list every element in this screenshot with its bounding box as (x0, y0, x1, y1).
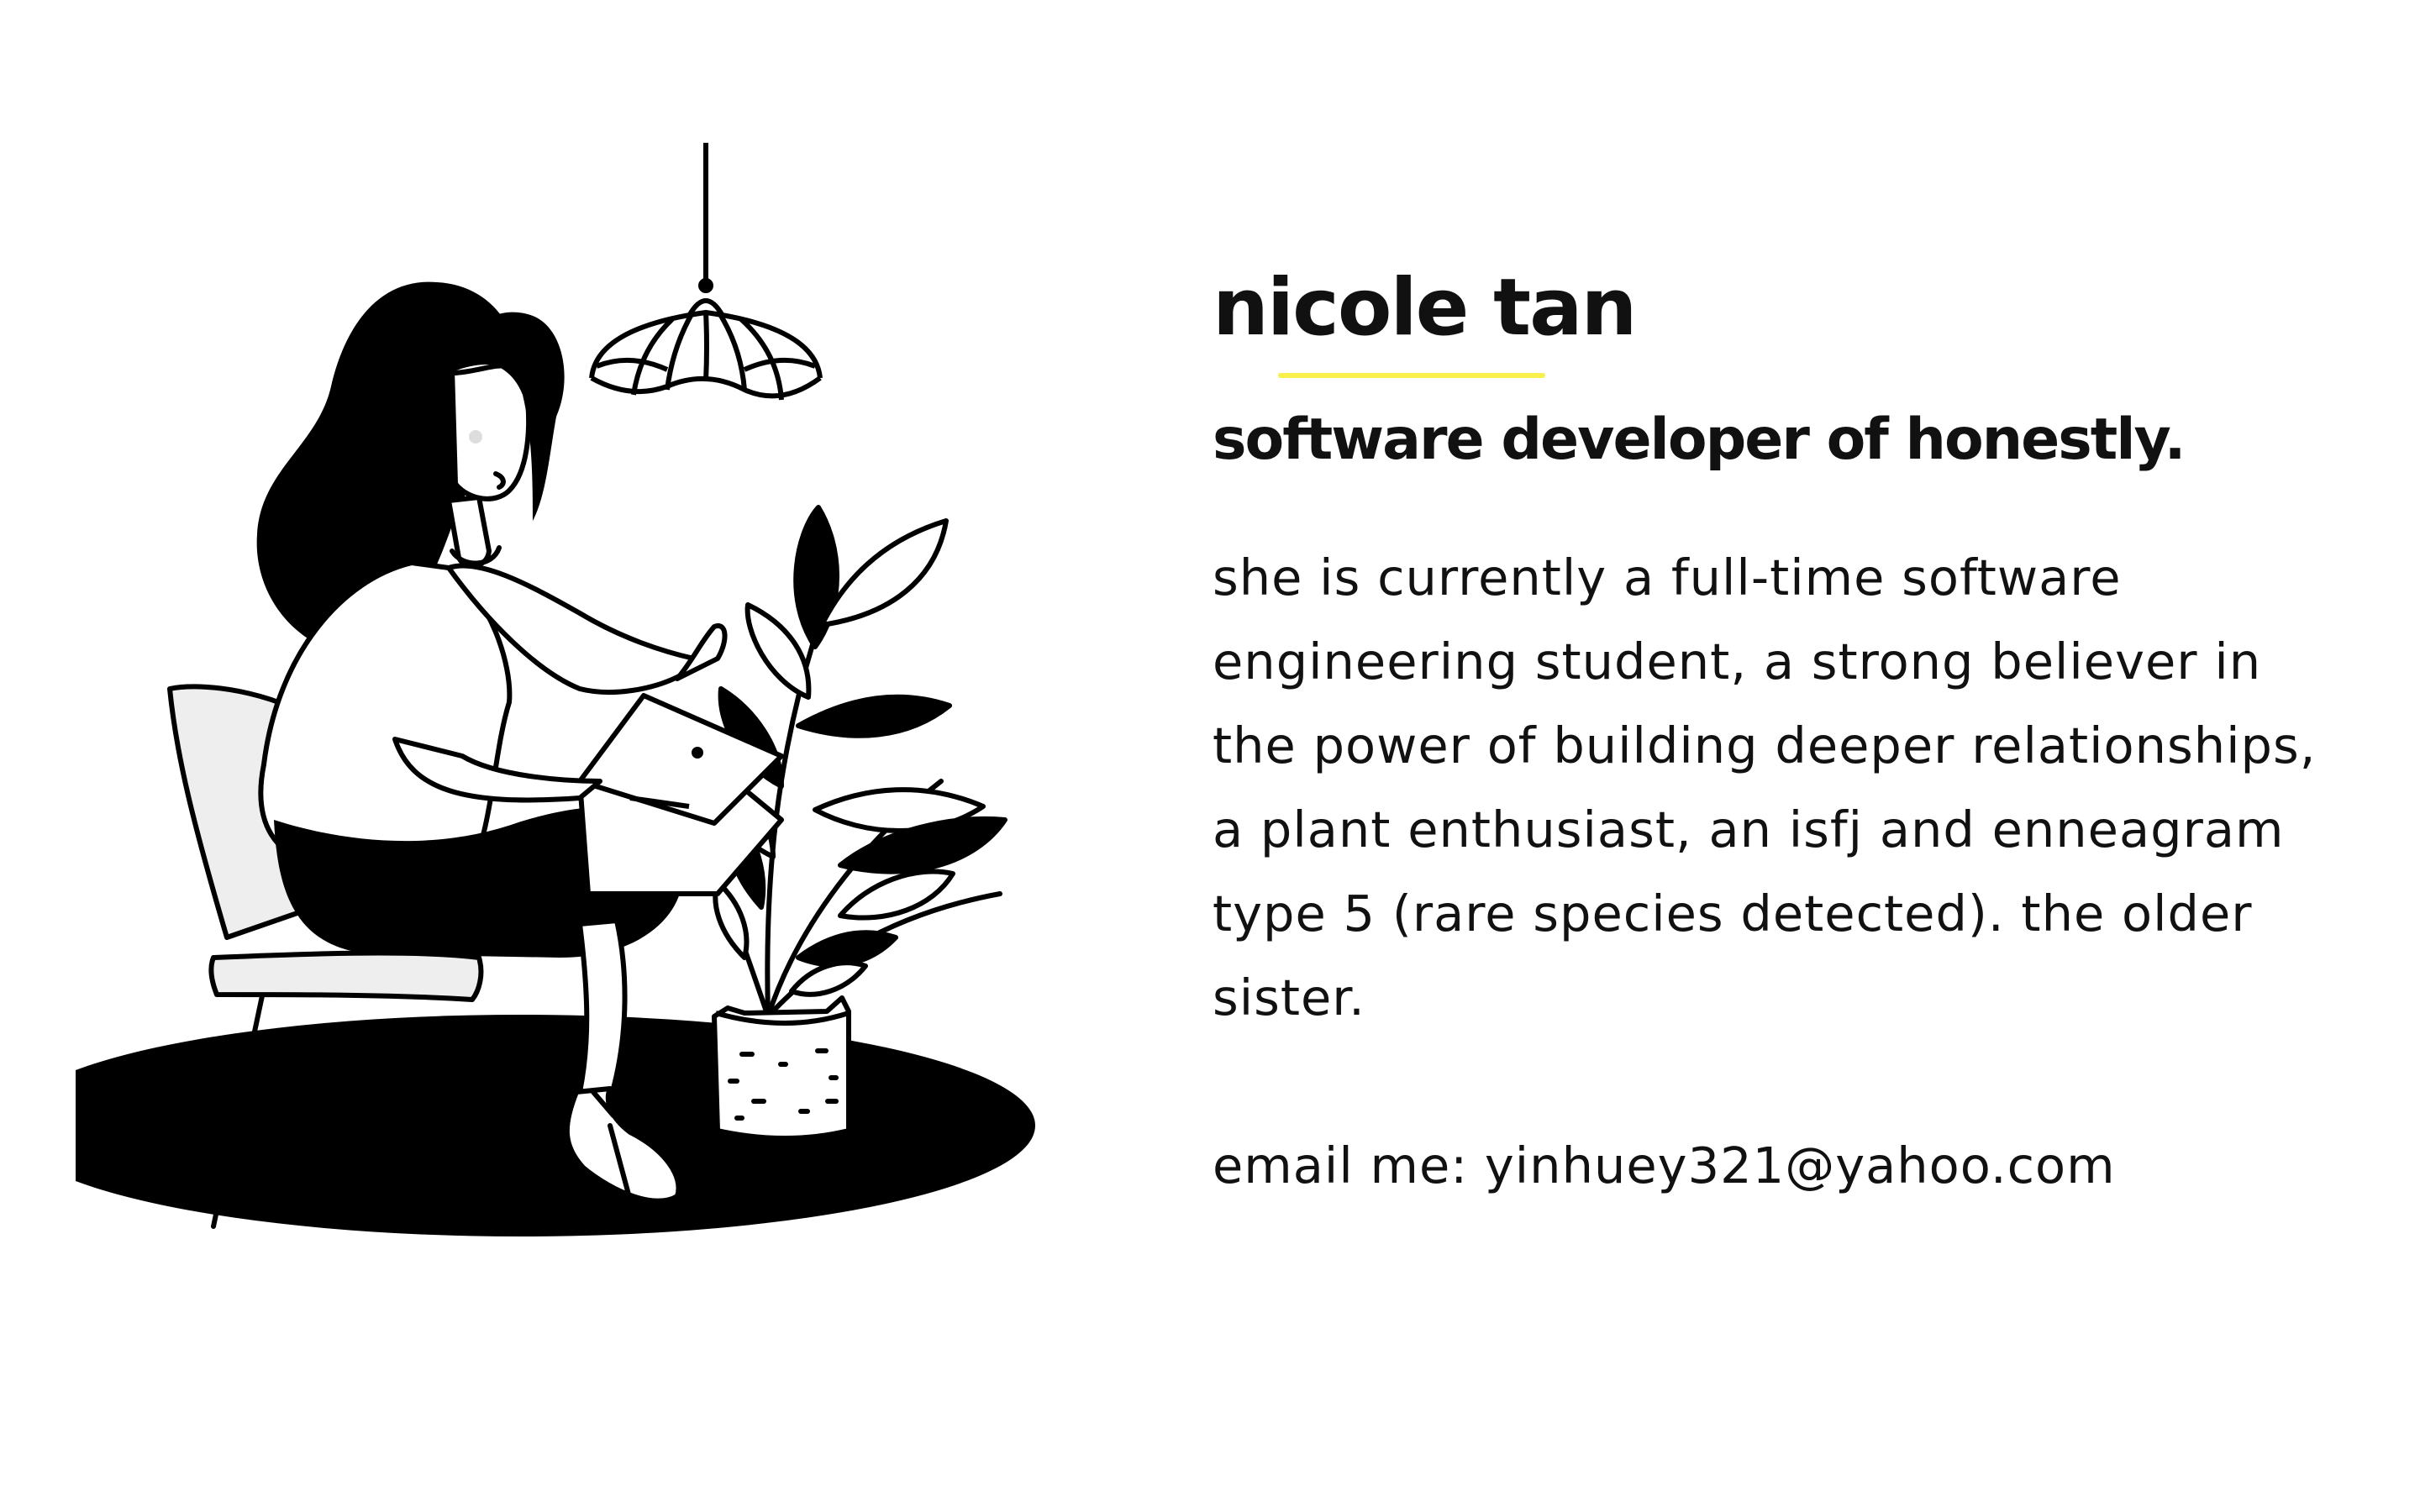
email-link[interactable]: yinhuey321@yahoo.com (1485, 1137, 2116, 1194)
accent-underline (1278, 373, 1545, 378)
pendant-lamp-icon (589, 143, 823, 401)
email-label: email me: (1213, 1137, 1485, 1194)
profile-text-panel: nicole tan software developer of honestl… (1213, 269, 2338, 1208)
profile-name: nicole tan (1213, 262, 1637, 354)
email-row: email me: yinhuey321@yahoo.com (1213, 1124, 2338, 1208)
plant-pot-icon (712, 995, 851, 1141)
chair-seat (208, 950, 484, 1002)
profile-bio: she is currently a full-time software en… (1213, 549, 2317, 1026)
profile-subtitle: software developer of honestly. (1213, 407, 2186, 473)
profile-page: nicole tan software developer of honestl… (0, 0, 2420, 1512)
head (446, 360, 532, 569)
woman-with-laptop-illustration (76, 143, 1035, 1236)
